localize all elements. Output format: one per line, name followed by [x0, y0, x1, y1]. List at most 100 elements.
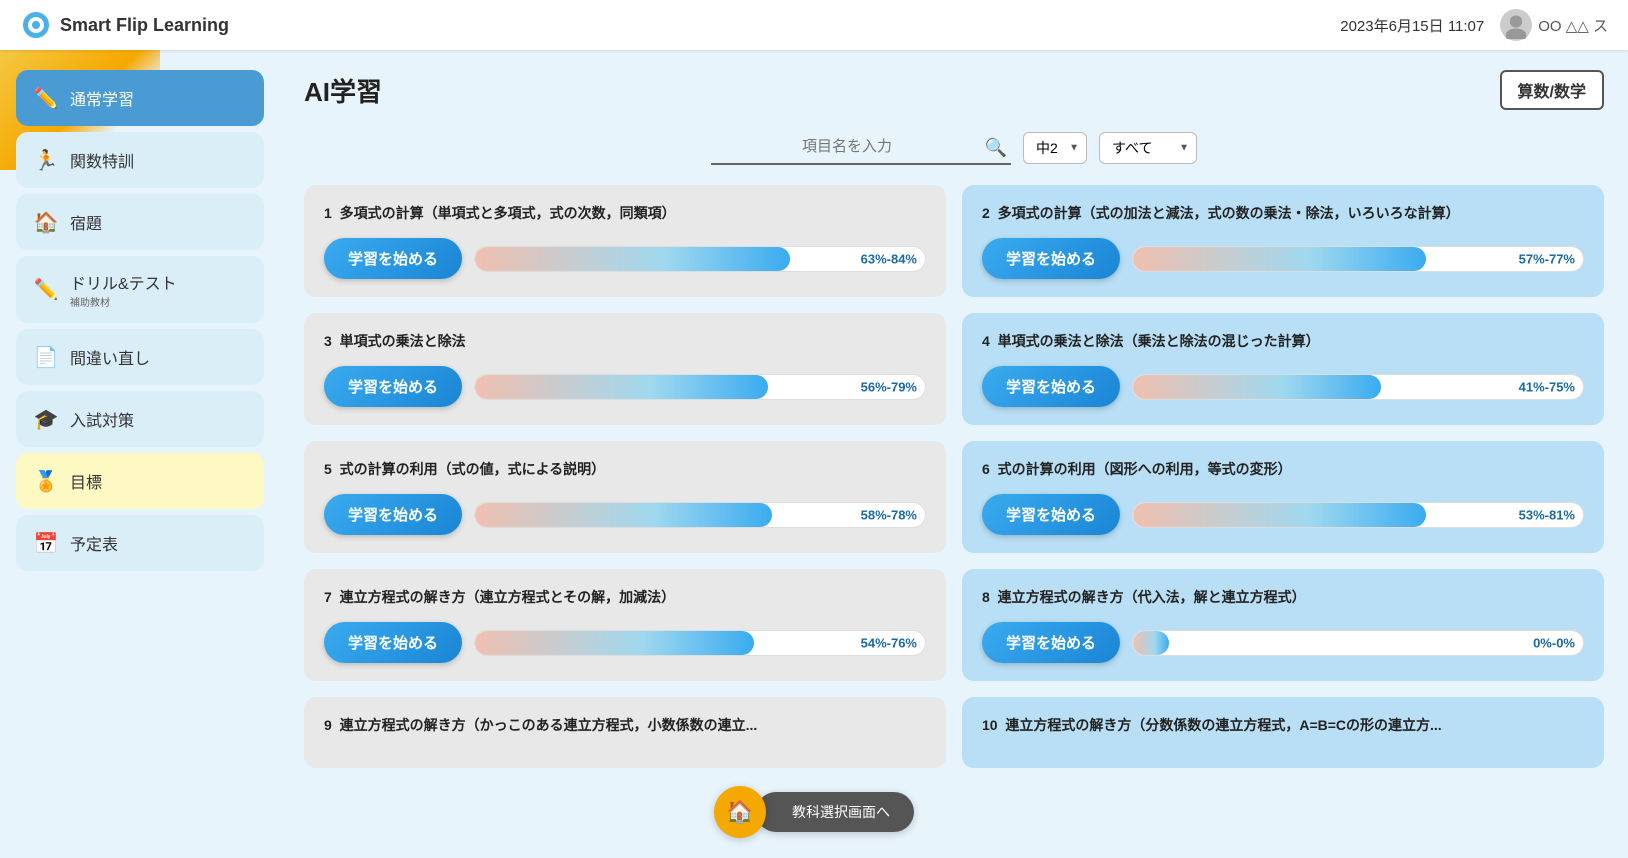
sidebar-item-schedule[interactable]: 📅 予定表	[16, 515, 264, 571]
sidebar-item-mistakes[interactable]: 📄 間違い直し	[16, 329, 264, 385]
bottom-nav: 🏠 教科選択画面へ	[714, 786, 914, 838]
progress-bar-wrapper-6: 53%-81%	[1132, 502, 1584, 528]
card-3: 3 単項式の乗法と除法 学習を始める 56%-79%	[304, 313, 946, 425]
progress-label-3: 56%-79%	[861, 379, 917, 394]
main-content: AI学習 算数/数学 🔍 中1 中2 中3 すべて 未学習 学習済み	[280, 50, 1628, 858]
house-icon: 🏠	[32, 208, 60, 236]
card-title: 5 式の計算の利用（式の値，式による説明）	[324, 459, 926, 480]
progress-bar-wrapper-2: 57%-77%	[1132, 246, 1584, 272]
main-layout: ✏️ 通常学習 🏃 関数特訓 🏠 宿題 ✏️ ドリル&テスト 補助教材 📄 間違…	[0, 50, 1628, 858]
card-title: 4 単項式の乗法と除法（乗法と除法の混じった計算）	[982, 331, 1584, 352]
progress-bar-wrapper-1: 63%-84%	[474, 246, 926, 272]
grade-select-wrapper: 中1 中2 中3	[1023, 132, 1087, 164]
main-header: AI学習 算数/数学	[304, 70, 1604, 110]
subject-badge: 算数/数学	[1500, 70, 1604, 110]
progress-label-5: 58%-78%	[861, 507, 917, 522]
home-button[interactable]: 🏠	[714, 786, 766, 838]
user-info: OO △△ ス	[1500, 9, 1608, 41]
card-title: 10 連立方程式の解き方（分数係数の連立方程式，A=B=Cの形の連立方...	[982, 715, 1584, 736]
card-actions: 学習を始める 41%-75%	[982, 366, 1584, 407]
sidebar-item-function-training[interactable]: 🏃 関数特訓	[16, 132, 264, 188]
start-button-7[interactable]: 学習を始める	[324, 622, 462, 663]
sidebar: ✏️ 通常学習 🏃 関数特訓 🏠 宿題 ✏️ ドリル&テスト 補助教材 📄 間違…	[0, 50, 280, 858]
card-title: 9 連立方程式の解き方（かっこのある連立方程式，小数係数の連立...	[324, 715, 926, 736]
card-7: 7 連立方程式の解き方（連立方程式とその解，加減法） 学習を始める 54%-76…	[304, 569, 946, 681]
progress-fill-1	[475, 247, 790, 271]
progress-bar-wrapper-3: 56%-79%	[474, 374, 926, 400]
card-title: 1 多項式の計算（単項式と多項式，式の次数，同類項）	[324, 203, 926, 224]
card-4: 4 単項式の乗法と除法（乗法と除法の混じった計算） 学習を始める 41%-75%	[962, 313, 1604, 425]
progress-fill-4	[1133, 375, 1380, 399]
sidebar-label-schedule: 予定表	[70, 531, 118, 555]
card-8: 8 連立方程式の解き方（代入法，解と連立方程式） 学習を始める 0%-0%	[962, 569, 1604, 681]
progress-fill-3	[475, 375, 767, 399]
sidebar-item-goals[interactable]: 🏅 目標	[16, 453, 264, 509]
start-button-3[interactable]: 学習を始める	[324, 366, 462, 407]
card-title: 8 連立方程式の解き方（代入法，解と連立方程式）	[982, 587, 1584, 608]
app-title: Smart Flip Learning	[60, 15, 229, 36]
start-button-4[interactable]: 学習を始める	[982, 366, 1120, 407]
progress-fill-2	[1133, 247, 1425, 271]
sidebar-item-normal-learning[interactable]: ✏️ 通常学習	[16, 70, 264, 126]
progress-label-2: 57%-77%	[1519, 251, 1575, 266]
card-6: 6 式の計算の利用（図形への利用，等式の変形） 学習を始める 53%-81%	[962, 441, 1604, 553]
sidebar-label-mistakes: 間違い直し	[70, 345, 150, 369]
card-10: 10 連立方程式の解き方（分数係数の連立方程式，A=B=Cの形の連立方...	[962, 697, 1604, 768]
progress-fill-5	[475, 503, 772, 527]
start-button-5[interactable]: 学習を始める	[324, 494, 462, 535]
progress-bar-wrapper-8: 0%-0%	[1132, 630, 1584, 656]
logo: Smart Flip Learning	[20, 9, 229, 41]
card-1: 1 多項式の計算（単項式と多項式，式の次数，同類項） 学習を始める 63%-84…	[304, 185, 946, 297]
progress-bar-wrapper-7: 54%-76%	[474, 630, 926, 656]
runner-icon: 🏃	[32, 146, 60, 174]
search-button[interactable]: 🔍	[985, 137, 1007, 158]
card-title: 2 多項式の計算（式の加法と減法，式の数の乗法・除法，いろいろな計算）	[982, 203, 1584, 224]
sidebar-item-drill-test[interactable]: ✏️ ドリル&テスト 補助教材	[16, 256, 264, 323]
calendar-icon: 📅	[32, 529, 60, 557]
grad-cap-icon: 🎓	[32, 405, 60, 433]
sidebar-label-normal-learning: 通常学習	[70, 86, 134, 110]
card-actions: 学習を始める 58%-78%	[324, 494, 926, 535]
search-input[interactable]	[711, 130, 1011, 165]
card-actions: 学習を始める 57%-77%	[982, 238, 1584, 279]
search-wrapper: 🔍	[711, 130, 1011, 165]
card-9: 9 連立方程式の解き方（かっこのある連立方程式，小数係数の連立...	[304, 697, 946, 768]
drill-icon: ✏️	[32, 276, 60, 304]
header-right: 2023年6月15日 11:07 OO △△ ス	[1340, 9, 1608, 41]
start-button-6[interactable]: 学習を始める	[982, 494, 1120, 535]
cards-grid: 1 多項式の計算（単項式と多項式，式の次数，同類項） 学習を始める 63%-84…	[304, 185, 1604, 768]
progress-label-4: 41%-75%	[1519, 379, 1575, 394]
card-title: 6 式の計算の利用（図形への利用，等式の変形）	[982, 459, 1584, 480]
search-bar: 🔍 中1 中2 中3 すべて 未学習 学習済み	[304, 130, 1604, 165]
sidebar-label-goals: 目標	[70, 469, 102, 493]
grade-filter[interactable]: 中1 中2 中3	[1023, 132, 1087, 164]
user-label: OO △△ ス	[1538, 15, 1608, 36]
pencil-icon: ✏️	[32, 84, 60, 112]
sidebar-item-exam-prep[interactable]: 🎓 入試対策	[16, 391, 264, 447]
logo-icon	[20, 9, 52, 41]
card-actions: 学習を始める 63%-84%	[324, 238, 926, 279]
progress-label-7: 54%-76%	[861, 635, 917, 650]
progress-fill-6	[1133, 503, 1425, 527]
card-actions: 学習を始める 54%-76%	[324, 622, 926, 663]
datetime-display: 2023年6月15日 11:07	[1340, 15, 1484, 36]
subject-nav-button[interactable]: 教科選択画面へ	[756, 792, 914, 832]
progress-label-1: 63%-84%	[861, 251, 917, 266]
card-actions: 学習を始める 56%-79%	[324, 366, 926, 407]
progress-bar-wrapper-4: 41%-75%	[1132, 374, 1584, 400]
start-button-2[interactable]: 学習を始める	[982, 238, 1120, 279]
start-button-8[interactable]: 学習を始める	[982, 622, 1120, 663]
sidebar-label-exam: 入試対策	[70, 407, 134, 431]
card-actions: 学習を始める 0%-0%	[982, 622, 1584, 663]
sidebar-label-function-training: 関数特訓	[70, 148, 134, 172]
medal-icon: 🏅	[32, 467, 60, 495]
avatar	[1500, 9, 1532, 41]
status-filter[interactable]: すべて 未学習 学習済み	[1099, 132, 1197, 164]
card-5: 5 式の計算の利用（式の値，式による説明） 学習を始める 58%-78%	[304, 441, 946, 553]
card-title: 7 連立方程式の解き方（連立方程式とその解，加減法）	[324, 587, 926, 608]
progress-bar-wrapper-5: 58%-78%	[474, 502, 926, 528]
sidebar-label-homework: 宿題	[70, 210, 102, 234]
sidebar-item-homework[interactable]: 🏠 宿題	[16, 194, 264, 250]
start-button-1[interactable]: 学習を始める	[324, 238, 462, 279]
header: Smart Flip Learning 2023年6月15日 11:07 OO …	[0, 0, 1628, 50]
